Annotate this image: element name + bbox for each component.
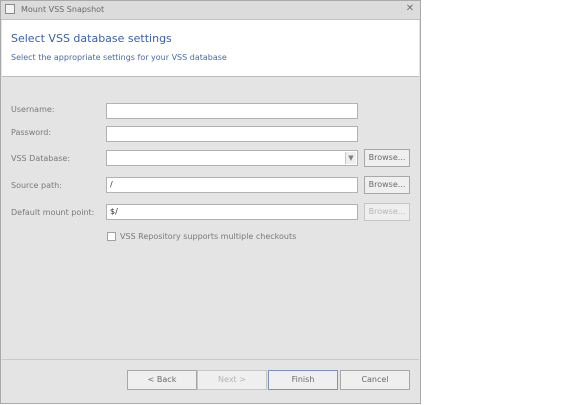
wizard-dialog: Mount VSS Snapshot ✕ Select VSS database…: [0, 0, 421, 404]
title-bar[interactable]: Mount VSS Snapshot ✕: [1, 1, 420, 20]
browse-mount-point-button[interactable]: Browse...: [364, 203, 410, 221]
footer-divider: [2, 359, 419, 360]
vss-database-label: VSS Database:: [11, 154, 71, 163]
page-subtitle: Select the appropriate settings for your…: [11, 53, 227, 62]
password-label: Password:: [11, 128, 52, 137]
finish-button[interactable]: Finish: [268, 370, 338, 390]
source-path-label: Source path:: [11, 181, 62, 190]
next-button[interactable]: Next >: [197, 370, 267, 390]
back-button[interactable]: < Back: [127, 370, 197, 390]
app-icon: [5, 4, 15, 14]
cancel-button[interactable]: Cancel: [340, 370, 410, 390]
close-icon[interactable]: ✕: [404, 3, 416, 15]
chevron-down-icon[interactable]: ▼: [345, 152, 356, 164]
page-title: Select VSS database settings: [11, 32, 172, 45]
browse-source-path-button[interactable]: Browse...: [364, 176, 410, 194]
vss-database-combo[interactable]: ▼: [106, 150, 358, 166]
password-field[interactable]: [106, 126, 358, 142]
browse-database-button[interactable]: Browse...: [364, 149, 410, 167]
window-title: Mount VSS Snapshot: [21, 5, 105, 14]
mount-point-field[interactable]: $/: [106, 204, 358, 220]
username-field[interactable]: [106, 103, 358, 119]
multiple-checkouts-label[interactable]: VSS Repository supports multiple checkou…: [120, 232, 296, 241]
mount-point-label: Default mount point:: [11, 208, 95, 217]
wizard-header: Select VSS database settings Select the …: [2, 20, 419, 77]
source-path-field[interactable]: /: [106, 177, 358, 193]
multiple-checkouts-checkbox[interactable]: [107, 232, 116, 241]
username-label: Username:: [11, 105, 55, 114]
